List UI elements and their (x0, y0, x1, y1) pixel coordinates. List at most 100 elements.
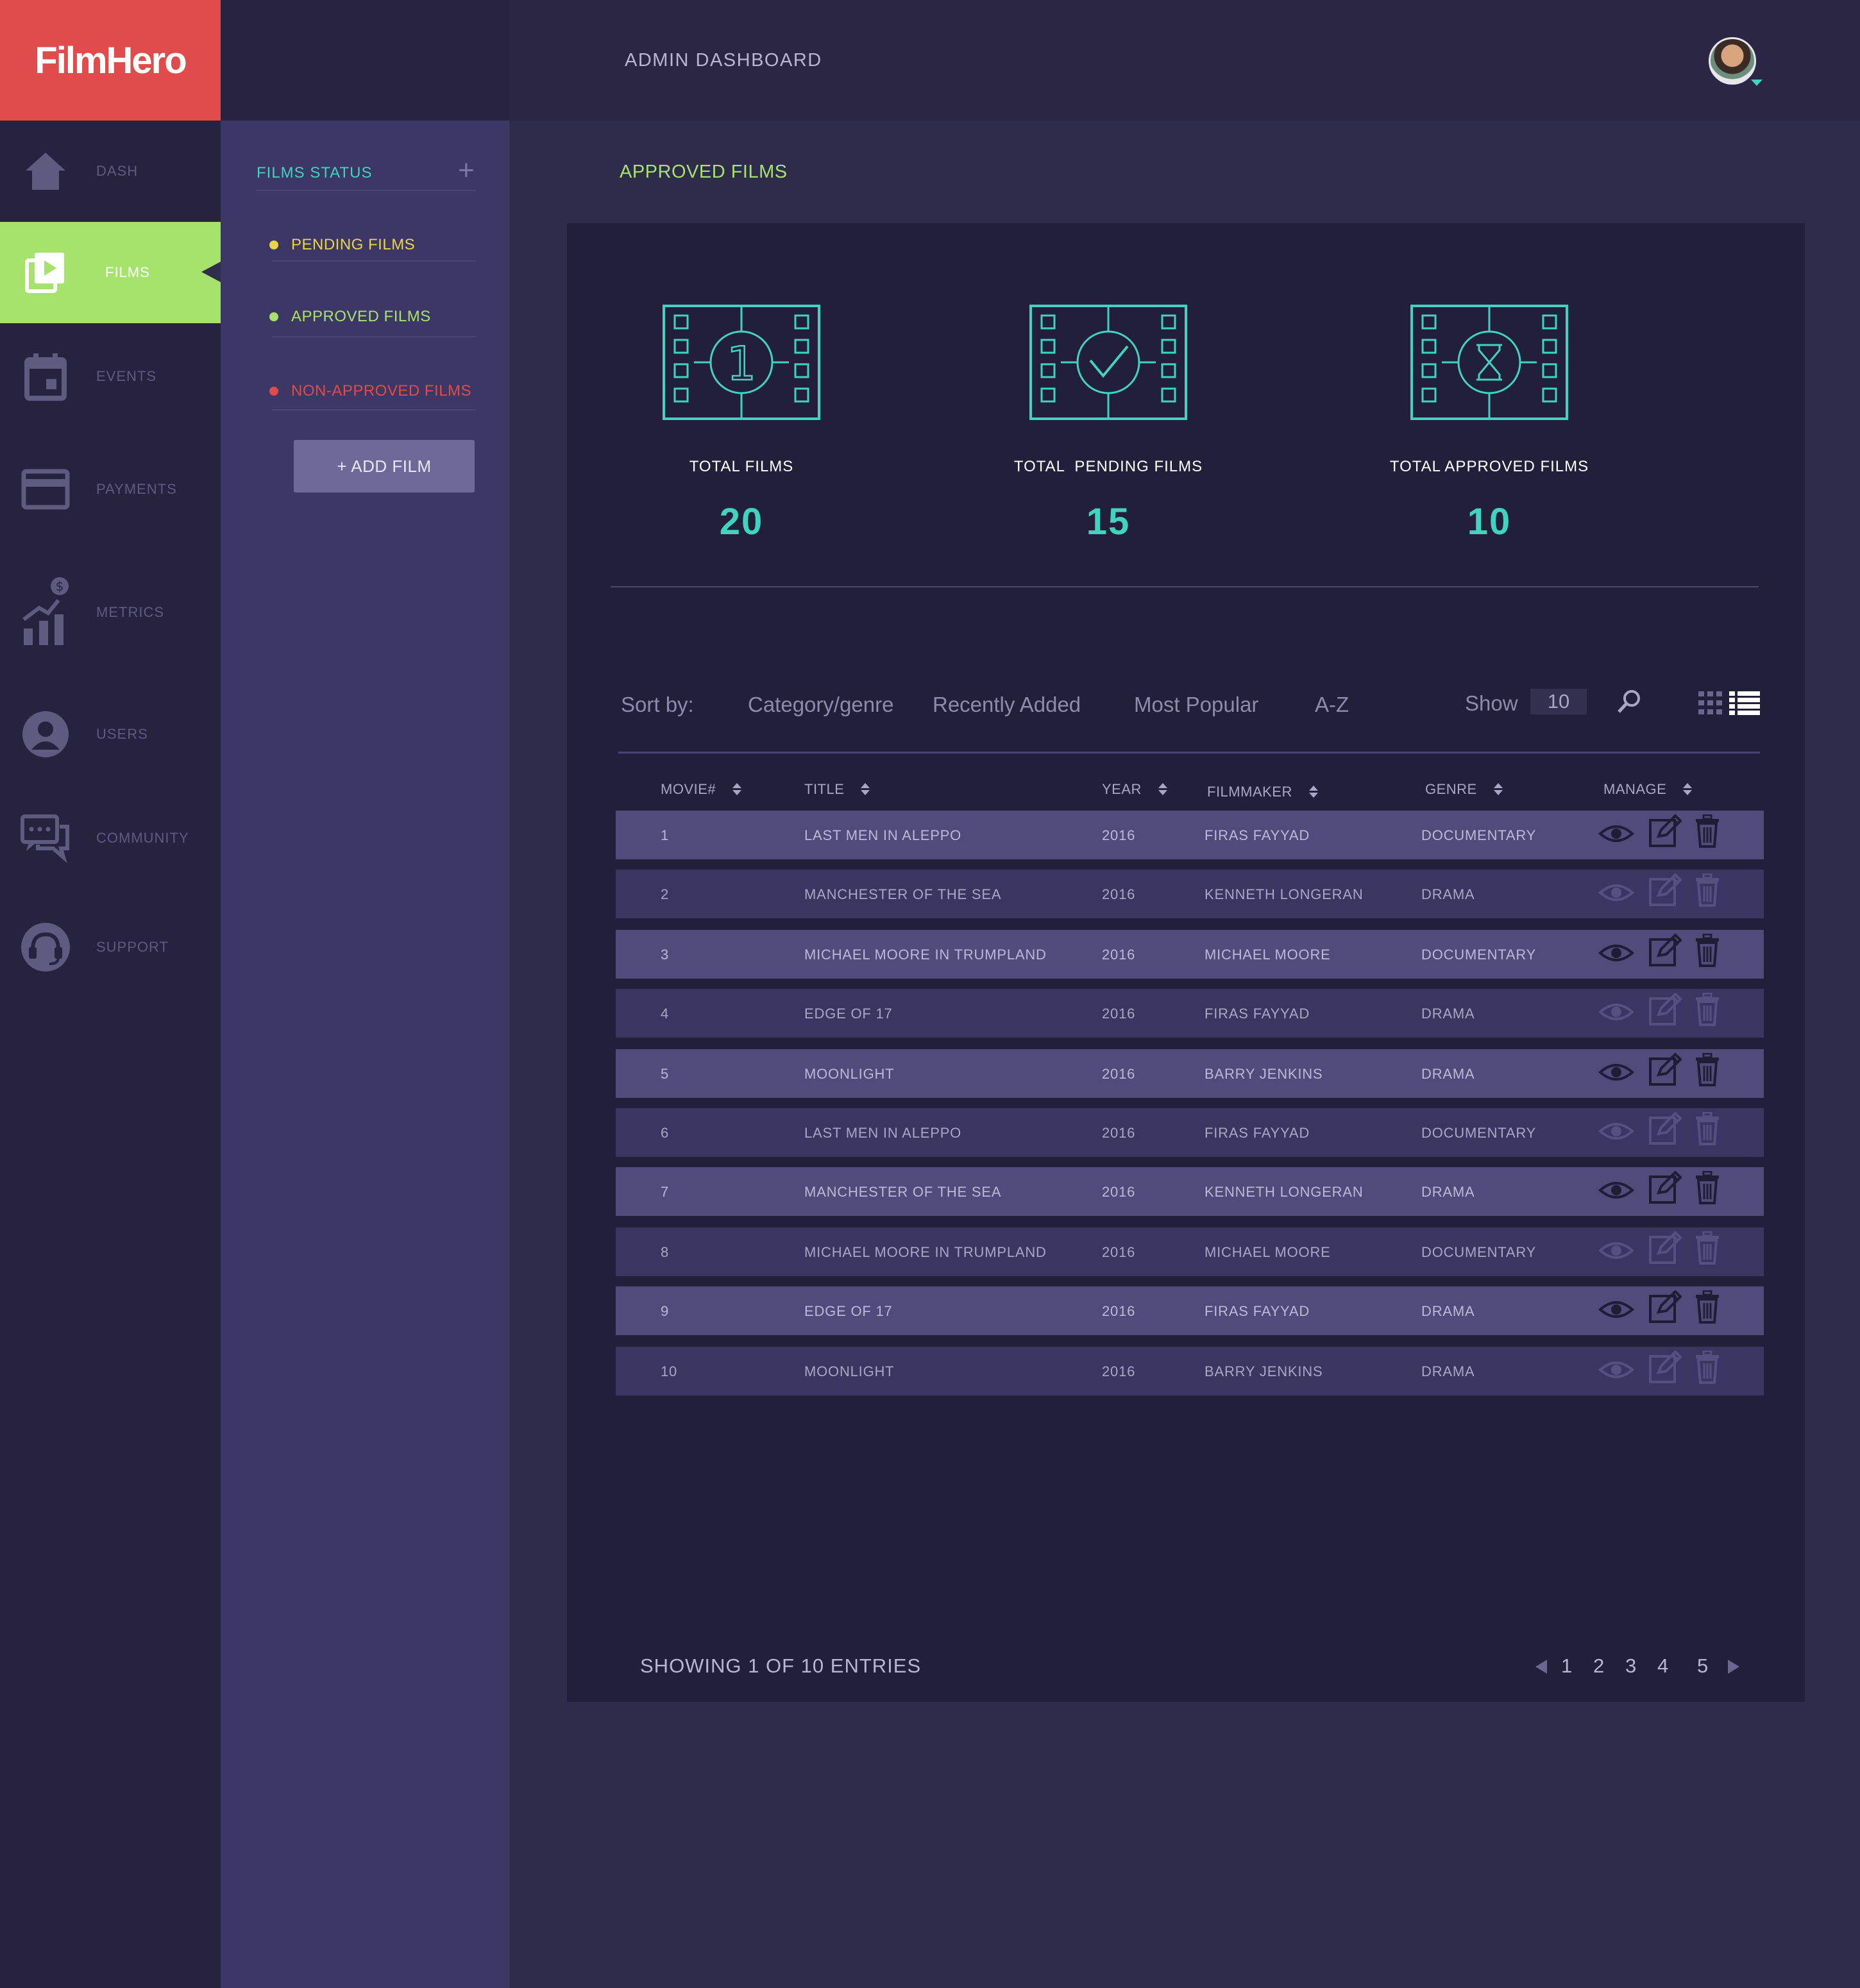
delete-icon[interactable] (1695, 992, 1720, 1029)
sidebar-item-payments[interactable]: PAYMENTS (0, 439, 221, 540)
view-icon[interactable] (1598, 1121, 1635, 1145)
next-page-icon[interactable] (1728, 1660, 1739, 1674)
cell-filmmaker: FIRAS FAYYAD (1205, 1125, 1310, 1141)
table-row[interactable]: 7 MANCHESTER OF THE SEA 2016 KENNETH LONGER… (616, 1167, 1764, 1216)
table-row[interactable]: 1 LAST MEN IN ALEPPO 2016 FIRAS FAYYAD DOCUM… (616, 811, 1764, 859)
cell-year: 2016 (1102, 886, 1136, 902)
grid-view-icon[interactable] (1698, 691, 1723, 718)
cell-year: 2016 (1102, 1006, 1136, 1022)
edit-icon[interactable] (1648, 1350, 1682, 1387)
show-count-select[interactable]: 10 (1530, 689, 1587, 714)
edit-icon[interactable] (1648, 1052, 1682, 1090)
cell-genre: DRAMA (1421, 1006, 1475, 1022)
table-row[interactable]: 10 MOONLIGHT 2016 BARRY JENKINS DRAMA (616, 1347, 1764, 1395)
list-view-icon[interactable] (1729, 691, 1760, 719)
film-play-icon (19, 246, 72, 299)
table-row[interactable]: 3 MICHAEL MOORE IN TRUMPLAND 2016 MICHAEL M… (616, 930, 1764, 979)
cell-title: MANCHESTER OF THE SEA (804, 1184, 1002, 1200)
table-row[interactable]: 4 EDGE OF 17 2016 FIRAS FAYYAD DRAMA (616, 989, 1764, 1038)
edit-icon[interactable] (1648, 873, 1682, 910)
delete-icon[interactable] (1695, 933, 1720, 970)
delete-icon[interactable] (1695, 1290, 1720, 1327)
edit-icon[interactable] (1648, 1170, 1682, 1208)
status-item-pending[interactable]: PENDING FILMS (269, 236, 416, 254)
sidebar-item-label: EVENTS (96, 368, 157, 384)
avatar[interactable] (1709, 37, 1756, 85)
search-icon[interactable] (1616, 689, 1642, 714)
page-link[interactable]: 1 (1561, 1655, 1572, 1678)
edit-icon[interactable] (1648, 1111, 1682, 1149)
delete-icon[interactable] (1695, 1052, 1720, 1090)
add-film-button[interactable]: + ADD FILM (294, 440, 475, 493)
view-icon[interactable] (1598, 823, 1635, 847)
edit-icon[interactable] (1648, 1231, 1682, 1268)
divider (257, 190, 476, 191)
edit-icon[interactable] (1648, 1290, 1682, 1327)
sort-arrows-icon (1158, 783, 1167, 796)
delete-icon[interactable] (1695, 814, 1720, 851)
sidebar-item-users[interactable]: USERS (0, 684, 221, 785)
sidebar-item-community[interactable]: COMMUNITY (0, 788, 221, 889)
table-row[interactable]: 2 MANCHESTER OF THE SEA 2016 KENNETH LONGER… (616, 870, 1764, 918)
view-icon[interactable] (1598, 1062, 1635, 1086)
table-row[interactable]: 6 LAST MEN IN ALEPPO 2016 FIRAS FAYYAD DOCUM… (616, 1108, 1764, 1157)
page-link[interactable]: 4 (1657, 1655, 1668, 1678)
sort-option-popular[interactable]: Most Popular (1134, 693, 1258, 717)
page-link[interactable]: 3 (1625, 1655, 1636, 1678)
delete-icon[interactable] (1695, 1350, 1720, 1387)
edit-icon[interactable] (1648, 992, 1682, 1029)
column-header-genre[interactable]: GENRE (1425, 781, 1503, 798)
status-item-non-approved[interactable]: NON-APPROVED FILMS (269, 382, 472, 400)
cell-movie-number: 1 (661, 827, 670, 843)
cell-title: MOONLIGHT (804, 1363, 895, 1379)
sort-option-az[interactable]: A-Z (1315, 693, 1349, 717)
film-check-icon (1029, 304, 1188, 421)
view-icon[interactable] (1598, 882, 1635, 906)
sort-option-recent[interactable]: Recently Added (933, 693, 1081, 717)
view-icon[interactable] (1598, 1240, 1635, 1264)
cell-year: 2016 (1102, 1125, 1136, 1141)
page-link[interactable]: 5 (1697, 1655, 1708, 1678)
sort-arrows-icon (1683, 783, 1693, 796)
delete-icon[interactable] (1695, 1111, 1720, 1149)
sidebar-item-events[interactable]: EVENTS (0, 326, 221, 427)
table-row[interactable]: 8 MICHAEL MOORE IN TRUMPLAND 2016 MICHAEL M… (616, 1227, 1764, 1276)
avatar-dropdown-caret-icon[interactable] (1751, 80, 1763, 86)
sidebar-item-films[interactable]: FILMS (0, 222, 221, 323)
cell-filmmaker: FIRAS FAYYAD (1205, 827, 1310, 843)
page-link[interactable]: 2 (1593, 1655, 1604, 1678)
sort-option-category[interactable]: Category/genre (748, 693, 893, 717)
cell-title: LAST MEN IN ALEPPO (804, 827, 962, 843)
view-icon[interactable] (1598, 1360, 1635, 1383)
column-header-title[interactable]: TITLE (804, 781, 870, 798)
table-row[interactable]: 5 MOONLIGHT 2016 BARRY JENKINS DRAMA (616, 1049, 1764, 1098)
delete-icon[interactable] (1695, 1170, 1720, 1208)
sort-arrows-icon (861, 783, 870, 796)
sidebar-item-metrics[interactable]: $ METRICS (0, 562, 221, 663)
view-icon[interactable] (1598, 1002, 1635, 1025)
delete-icon[interactable] (1695, 1231, 1720, 1268)
status-item-approved[interactable]: APPROVED FILMS (269, 308, 431, 326)
column-header-filmmaker[interactable]: FILMMAKER (1207, 784, 1318, 800)
sidebar-item-dash[interactable]: DASH (0, 121, 221, 222)
view-icon[interactable] (1598, 1180, 1635, 1204)
column-header-movie[interactable]: MOVIE# (661, 781, 742, 798)
plus-icon[interactable]: + (458, 156, 475, 185)
delete-icon[interactable] (1695, 873, 1720, 910)
edit-icon[interactable] (1648, 814, 1682, 851)
app-logo[interactable]: FilmHero (0, 0, 221, 121)
table-row[interactable]: 9 EDGE OF 17 2016 FIRAS FAYYAD DRAMA (616, 1286, 1764, 1335)
view-icon[interactable] (1598, 943, 1635, 966)
column-header-year[interactable]: YEAR (1102, 781, 1167, 798)
prev-page-icon[interactable] (1535, 1660, 1547, 1674)
edit-icon[interactable] (1648, 933, 1682, 970)
view-icon[interactable] (1598, 1299, 1635, 1323)
status-item-label: NON-APPROVED FILMS (291, 382, 472, 400)
cell-year: 2016 (1102, 1066, 1136, 1082)
cell-movie-number: 4 (661, 1006, 670, 1022)
cell-movie-number: 5 (661, 1066, 670, 1082)
status-item-label: PENDING FILMS (291, 236, 416, 253)
sidebar-item-support[interactable]: SUPPORT (0, 897, 221, 998)
column-header-manage[interactable]: MANAGE (1603, 781, 1693, 798)
cell-year: 2016 (1102, 827, 1136, 843)
